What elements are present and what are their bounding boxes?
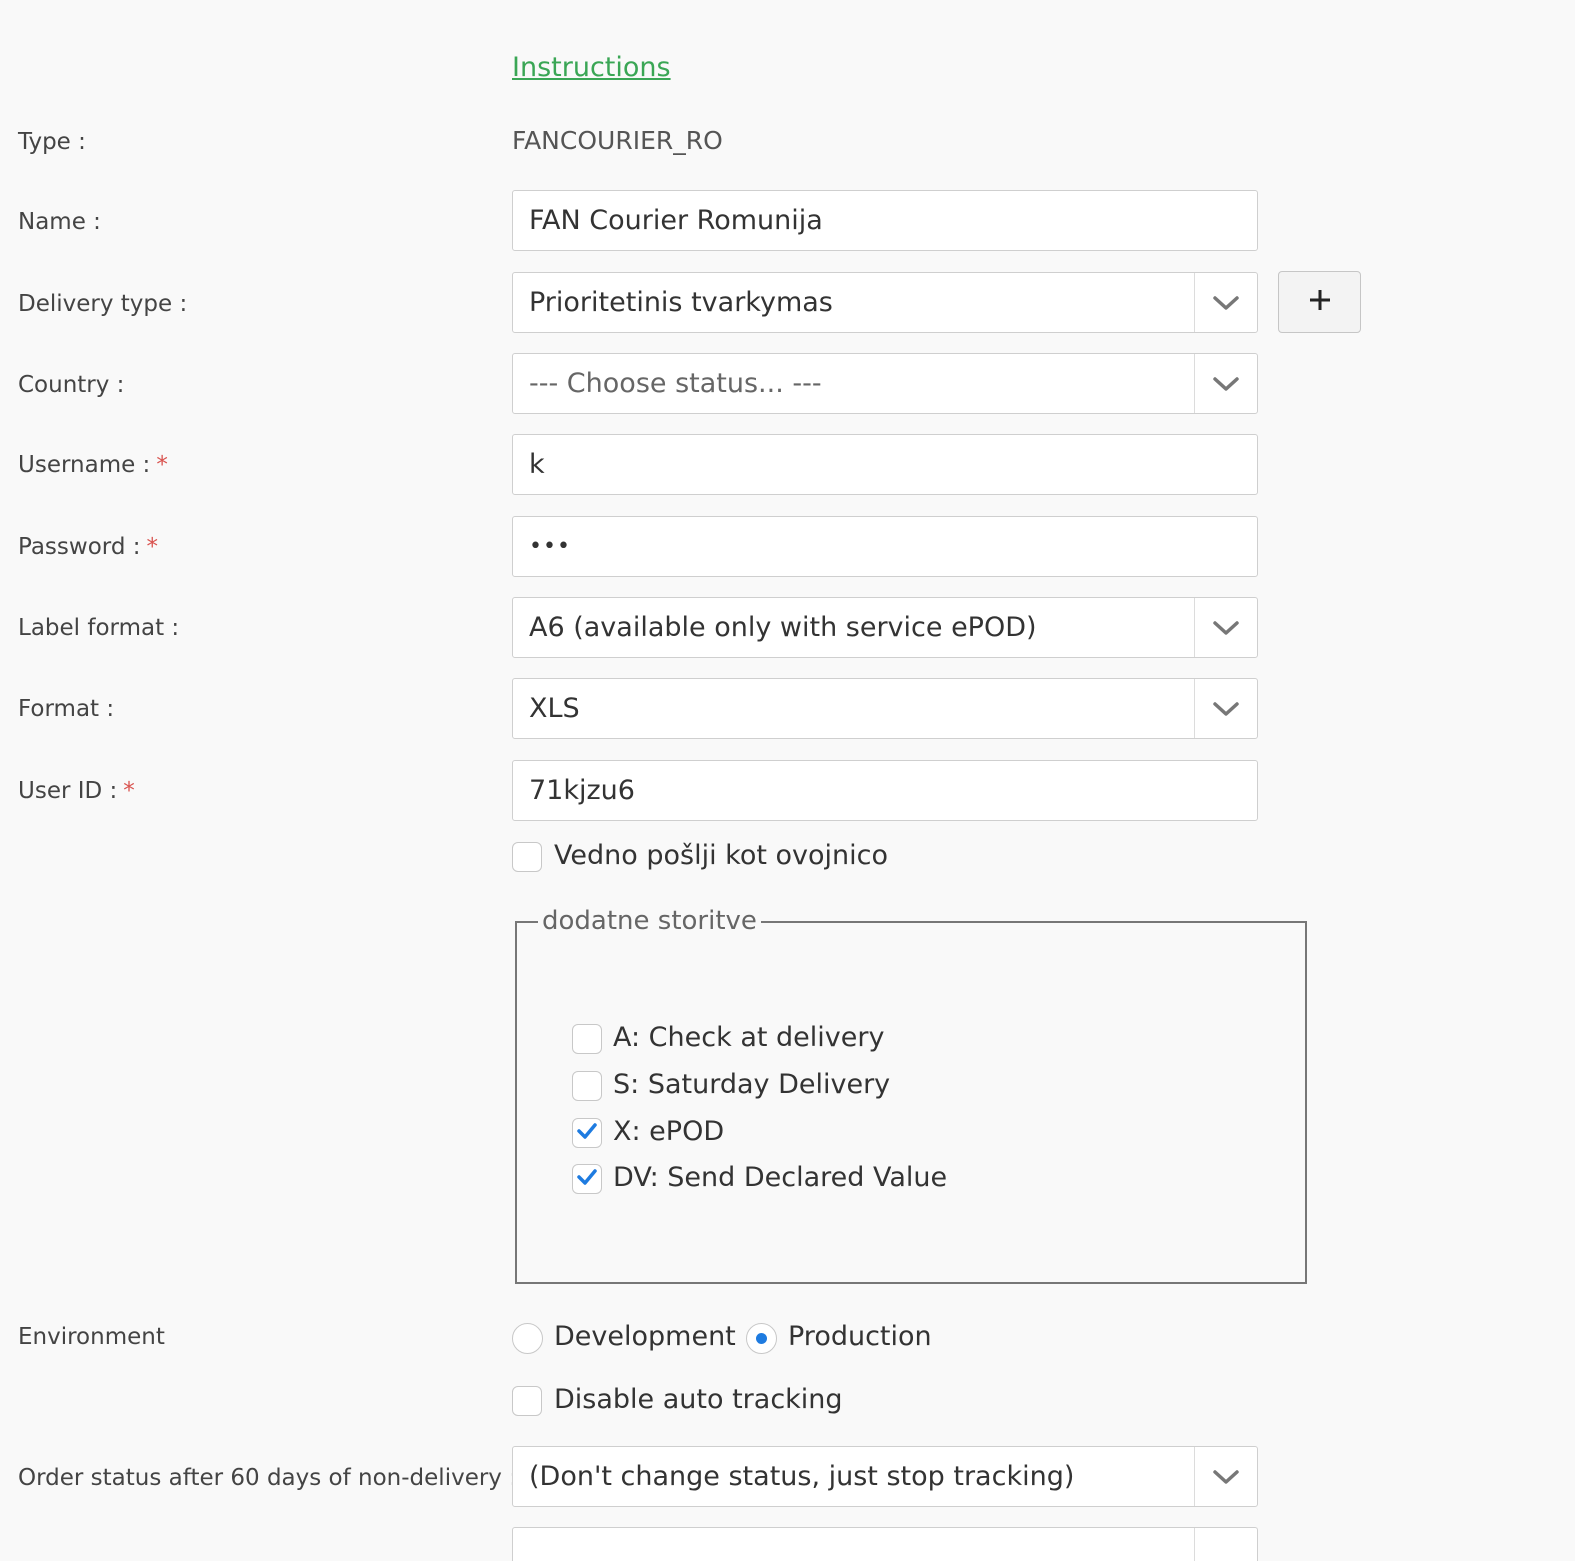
user-id-input[interactable]: 71kjzu6: [512, 760, 1258, 821]
add-delivery-type-button[interactable]: [1278, 271, 1361, 333]
delivery-type-select[interactable]: Prioritetinis tvarkymas: [512, 272, 1258, 333]
delivery-type-value: Prioritetinis tvarkymas: [529, 287, 833, 318]
chevron-down-icon: [1194, 273, 1257, 332]
plus-icon: [1308, 288, 1332, 316]
name-label: Name :: [18, 209, 101, 235]
name-input[interactable]: FAN Courier Romunija: [512, 190, 1258, 251]
checkmark-icon: [577, 1122, 597, 1144]
courier-settings-form: Instructions Type : FANCOURIER_RO Name :…: [0, 0, 1575, 1561]
type-value: FANCOURIER_RO: [512, 126, 723, 155]
username-label: Username : *: [18, 452, 168, 478]
disable-auto-tracking-checkbox[interactable]: [512, 1386, 542, 1416]
order-status-60-value: (Don't change status, just stop tracking…: [529, 1461, 1075, 1492]
additional-services-fieldset: [515, 921, 1307, 1284]
chevron-down-icon: [1194, 354, 1257, 413]
user-id-label: User ID : *: [18, 778, 135, 804]
always-envelope-label: Vedno pošlji kot ovojnico: [554, 840, 889, 871]
environment-production-radio[interactable]: [746, 1323, 777, 1354]
format-label: Format :: [18, 696, 115, 722]
environment-production-label: Production: [788, 1321, 932, 1352]
service-dv-label: DV: Send Declared Value: [613, 1162, 948, 1193]
select-divider: [1194, 1528, 1257, 1561]
country-value: --- Choose status... ---: [529, 368, 822, 399]
environment-development-label: Development: [554, 1321, 736, 1352]
service-dv-checkbox[interactable]: [572, 1164, 602, 1194]
chevron-down-icon: [1194, 679, 1257, 738]
additional-services-legend: dodatne storitve: [538, 905, 761, 937]
environment-development-radio[interactable]: [512, 1323, 543, 1354]
username-input[interactable]: k: [512, 434, 1258, 495]
country-select[interactable]: --- Choose status... ---: [512, 353, 1258, 414]
password-input[interactable]: •••: [512, 516, 1258, 577]
next-row-select-cut-off[interactable]: [512, 1527, 1258, 1561]
service-x-checkbox[interactable]: [572, 1118, 602, 1148]
required-marker: *: [123, 778, 135, 804]
required-marker: *: [156, 452, 168, 478]
service-s-label: S: Saturday Delivery: [613, 1069, 891, 1100]
chevron-down-icon: [1194, 1447, 1257, 1506]
service-s-checkbox[interactable]: [572, 1071, 602, 1101]
required-marker: *: [146, 534, 159, 560]
radio-selected-dot: [756, 1333, 767, 1344]
delivery-type-label: Delivery type :: [18, 291, 188, 317]
order-status-60-label: Order status after 60 days of non-delive…: [18, 1465, 517, 1491]
disable-auto-tracking-label: Disable auto tracking: [554, 1384, 843, 1415]
always-envelope-checkbox[interactable]: [512, 842, 542, 872]
format-select[interactable]: XLS: [512, 678, 1258, 739]
label-format-select[interactable]: A6 (available only with service ePOD): [512, 597, 1258, 658]
environment-label: Environment: [18, 1324, 165, 1350]
service-x-label: X: ePOD: [613, 1116, 725, 1147]
service-a-label: A: Check at delivery: [613, 1022, 885, 1053]
service-a-checkbox[interactable]: [572, 1024, 602, 1054]
label-format-label: Label format :: [18, 615, 180, 641]
type-label: Type :: [18, 129, 86, 155]
checkmark-icon: [577, 1168, 597, 1190]
label-format-value: A6 (available only with service ePOD): [529, 612, 1037, 643]
instructions-link[interactable]: Instructions: [512, 52, 671, 83]
order-status-60-select[interactable]: (Don't change status, just stop tracking…: [512, 1446, 1258, 1507]
format-value: XLS: [529, 693, 580, 724]
password-label: Password : *: [18, 534, 159, 560]
country-label: Country :: [18, 372, 125, 398]
chevron-down-icon: [1194, 598, 1257, 657]
